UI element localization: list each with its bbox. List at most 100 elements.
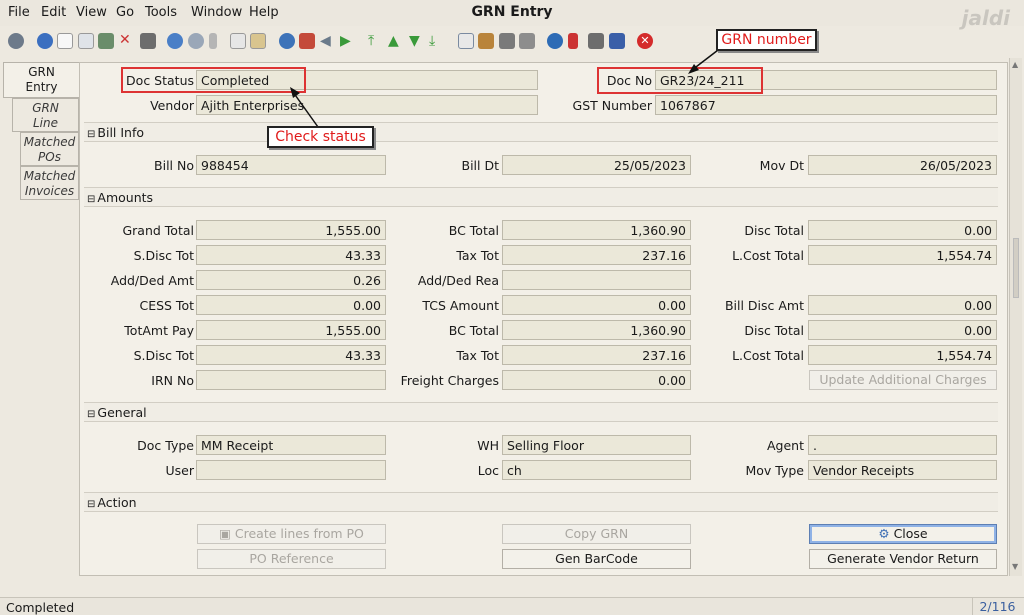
- bill-disc-amt-label: Bill Disc Amt: [724, 298, 804, 313]
- cess-tot-label: CESS Tot: [139, 298, 194, 313]
- workflow-icon[interactable]: [568, 33, 578, 49]
- find-icon[interactable]: [188, 33, 204, 49]
- gen-barcode-button[interactable]: Gen BarCode: [502, 549, 691, 569]
- add-ded-amt-field[interactable]: 0.26: [196, 270, 386, 290]
- section-action[interactable]: ⊟ Action: [84, 492, 998, 512]
- create-lines-from-po-button[interactable]: ▣ Create lines from PO: [197, 524, 386, 544]
- process-icon[interactable]: [588, 33, 604, 49]
- tcs-amount-field[interactable]: 0.00: [502, 295, 691, 315]
- bill-no-field[interactable]: 988454: [196, 155, 386, 175]
- mov-dt-field[interactable]: 26/05/2023: [808, 155, 997, 175]
- chat-icon[interactable]: [230, 33, 246, 49]
- bill-dt-field[interactable]: 25/05/2023: [502, 155, 691, 175]
- new-icon[interactable]: [57, 33, 73, 49]
- tab-grn-entry[interactable]: GRN Entry: [3, 62, 79, 98]
- bill-no-label: Bill No: [154, 158, 194, 173]
- wh-field[interactable]: Selling Floor: [502, 435, 691, 455]
- add-ded-rea-field[interactable]: [502, 270, 691, 290]
- tax-tot-2-label: Tax Tot: [456, 348, 499, 363]
- mov-type-field[interactable]: Vendor Receipts: [808, 460, 997, 480]
- lcost-total-label: L.Cost Total: [732, 248, 804, 263]
- sdisc-tot-2-field[interactable]: 43.33: [196, 345, 386, 365]
- section-amounts[interactable]: ⊟ Amounts: [84, 187, 998, 207]
- bill-disc-amt-field[interactable]: 0.00: [808, 295, 997, 315]
- print-preview-icon[interactable]: [499, 33, 515, 49]
- delete-icon[interactable]: ✕: [119, 33, 135, 49]
- gst-number-field[interactable]: 1067867: [655, 95, 997, 115]
- product-info-icon[interactable]: [609, 33, 625, 49]
- update-additional-charges-button[interactable]: Update Additional Charges: [809, 370, 997, 390]
- help-icon[interactable]: [37, 33, 53, 49]
- last-record-icon[interactable]: ⤓: [429, 33, 445, 49]
- lookup-icon[interactable]: [547, 33, 563, 49]
- generate-vendor-return-button[interactable]: Generate Vendor Return: [809, 549, 997, 569]
- first-record-icon[interactable]: ⤒: [368, 33, 384, 49]
- sdisc-tot-field[interactable]: 43.33: [196, 245, 386, 265]
- gear-icon: ⚙: [878, 526, 894, 541]
- po-reference-button[interactable]: PO Reference: [197, 549, 386, 569]
- tab-grn-line-line1: GRN: [32, 101, 59, 115]
- user-field[interactable]: [196, 460, 386, 480]
- copy-icon[interactable]: [78, 33, 94, 49]
- grand-total-label: Grand Total: [122, 223, 194, 238]
- section-bill-info[interactable]: ⊟ Bill Info: [84, 122, 998, 142]
- copy-icon: ▣: [219, 526, 235, 541]
- forward-icon[interactable]: ▶: [340, 33, 356, 49]
- lcost-total-field[interactable]: 1,554.74: [808, 245, 997, 265]
- status-text: Completed: [6, 600, 75, 615]
- attachment-icon[interactable]: [209, 33, 217, 49]
- tab-matched-pos[interactable]: Matched POs: [20, 132, 79, 166]
- history-icon[interactable]: [250, 33, 266, 49]
- previous-record-icon[interactable]: ▲: [388, 33, 404, 49]
- section-general[interactable]: ⊟ General: [84, 402, 998, 422]
- tax-tot-field[interactable]: 237.16: [502, 245, 691, 265]
- bc-total-field[interactable]: 1,360.90: [502, 220, 691, 240]
- agent-label: Agent: [767, 438, 804, 453]
- close-button[interactable]: ⚙ Close: [809, 524, 997, 544]
- doc-status-highlight: [121, 67, 306, 93]
- tax-tot-2-field[interactable]: 237.16: [502, 345, 691, 365]
- check-status-note: Check status: [267, 126, 374, 148]
- archive-icon[interactable]: [478, 33, 494, 49]
- tab-grn-line[interactable]: GRN Line: [12, 98, 79, 132]
- totamt-pay-label: TotAmt Pay: [124, 323, 194, 338]
- gst-number-label: GST Number: [572, 98, 652, 113]
- lcost-total-2-label: L.Cost Total: [732, 348, 804, 363]
- disc-total-2-field[interactable]: 0.00: [808, 320, 997, 340]
- vertical-scrollbar[interactable]: ▲ ▼: [1009, 58, 1022, 576]
- next-record-icon[interactable]: ▼: [409, 33, 425, 49]
- toolbar: ✕ ◀ ▶ ⤒ ▲ ▼ ⤓ ✕: [0, 28, 1024, 56]
- print-icon[interactable]: [140, 33, 156, 49]
- zoom-icon[interactable]: [279, 33, 295, 49]
- agent-field[interactable]: .: [808, 435, 997, 455]
- scrollbar-thumb[interactable]: [1013, 238, 1019, 298]
- home-icon[interactable]: [299, 33, 315, 49]
- lcost-total-2-field[interactable]: 1,554.74: [808, 345, 997, 365]
- tab-matched-pos-line1: Matched: [23, 135, 76, 149]
- cess-tot-field[interactable]: 0.00: [196, 295, 386, 315]
- doc-type-field[interactable]: MM Receipt: [196, 435, 386, 455]
- back-icon[interactable]: ◀: [320, 33, 336, 49]
- loc-label: Loc: [477, 463, 499, 478]
- totamt-pay-field[interactable]: 1,555.00: [196, 320, 386, 340]
- scroll-down-icon[interactable]: ▼: [1012, 562, 1018, 571]
- grand-total-field[interactable]: 1,555.00: [196, 220, 386, 240]
- report-icon[interactable]: [458, 33, 474, 49]
- tab-grn-entry-line1: GRN: [28, 65, 55, 79]
- undo-icon[interactable]: [8, 33, 24, 49]
- disc-total-field[interactable]: 0.00: [808, 220, 997, 240]
- tab-matched-invoices[interactable]: Matched Invoices: [20, 166, 79, 200]
- copy-grn-button[interactable]: Copy GRN: [502, 524, 691, 544]
- grn-number-note: GRN number: [716, 29, 817, 51]
- vendor-field[interactable]: Ajith Enterprises: [196, 95, 538, 115]
- freight-charges-field[interactable]: 0.00: [502, 370, 691, 390]
- print-setup-icon[interactable]: [519, 33, 535, 49]
- refresh-icon[interactable]: [167, 33, 183, 49]
- bc-total-label: BC Total: [448, 223, 499, 238]
- loc-field[interactable]: ch: [502, 460, 691, 480]
- exit-icon[interactable]: ✕: [637, 33, 653, 49]
- save-icon[interactable]: [98, 33, 114, 49]
- irn-no-field[interactable]: [196, 370, 386, 390]
- scroll-up-icon[interactable]: ▲: [1012, 60, 1018, 69]
- bc-total-2-field[interactable]: 1,360.90: [502, 320, 691, 340]
